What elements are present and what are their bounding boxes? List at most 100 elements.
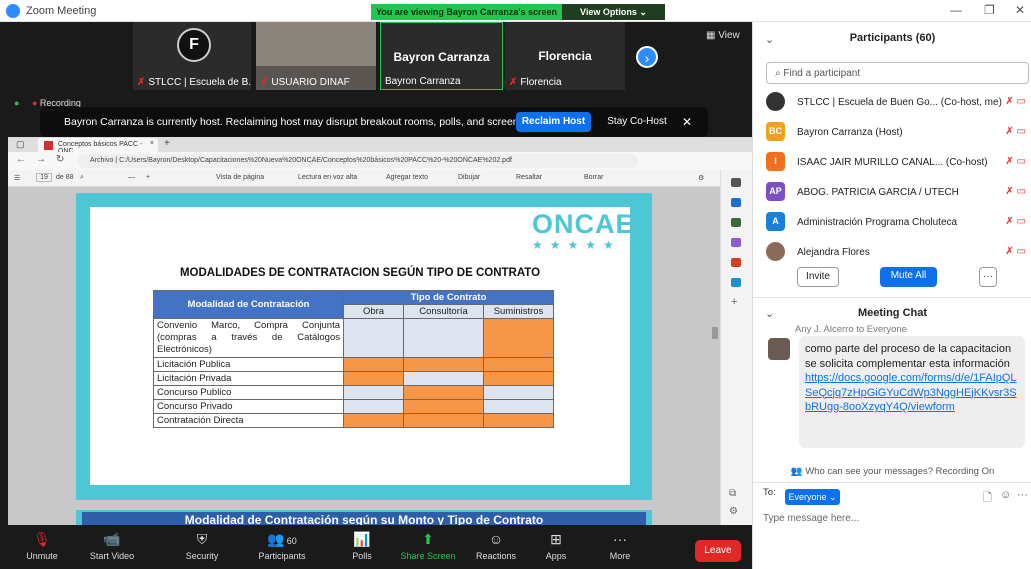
highlight-button[interactable]: Resaltar xyxy=(516,174,542,181)
modalidades-table: Modalidad de Contratación Tipo de Contra… xyxy=(153,290,554,428)
participant-row[interactable]: I ISAAC JAIR MURILLO CANAL... (Co-host) ✗ … xyxy=(753,148,1031,178)
slide-frame: ONCAE ★★★★★ MODALIDADES DE CONTRATACION … xyxy=(76,193,652,500)
settings-icon[interactable]: ⚙ xyxy=(698,174,704,182)
address-bar: ← → ↻ Archivo | C:/Users/Bayron/Desktop/… xyxy=(8,152,752,170)
header-tipo: Tipo de Contrato xyxy=(343,290,554,305)
toolbar-share-screen-button[interactable]: ⬆ Share Screen xyxy=(398,525,458,569)
draw-button[interactable]: Dibujar xyxy=(458,174,480,181)
chat-message-link[interactable]: https://docs.google.com/forms/d/e/1FAIpQ… xyxy=(805,371,1019,415)
avatar xyxy=(766,92,785,111)
reload-icon[interactable]: ↻ xyxy=(56,154,64,165)
slide-page: ONCAE ★★★★★ MODALIDADES DE CONTRATACION … xyxy=(90,207,634,485)
mic-muted-icon: ✗ xyxy=(260,77,269,88)
new-tab-icon[interactable]: + xyxy=(164,138,170,149)
video-tile-usuario-dinaf[interactable]: ✗ USUARIO DINAF xyxy=(256,22,376,90)
person-icon[interactable] xyxy=(731,238,741,247)
zoom-in-icon[interactable]: + xyxy=(146,174,150,181)
toolbar-apps-button[interactable]: ⊞ Apps xyxy=(526,525,586,569)
invite-button[interactable]: Invite xyxy=(797,267,839,287)
table-cell-consultoría xyxy=(403,318,484,358)
url-prefix: Archivo xyxy=(90,157,114,164)
tile-big-name: Florencia xyxy=(538,49,592,63)
url-field[interactable]: Archivo | C:/Users/Bayron/Desktop/Capaci… xyxy=(78,154,638,168)
mute-all-button[interactable]: Mute All xyxy=(880,267,937,287)
participant-row[interactable]: BC Bayron Carranza (Host) ✗ ▭ xyxy=(753,118,1031,148)
video-tile-florencia[interactable]: Florencia ✗ Florencia xyxy=(505,22,625,90)
tag-icon[interactable] xyxy=(731,198,741,207)
row-label: Concurso Publico xyxy=(153,385,344,400)
toolbar-label: Start Video xyxy=(89,551,135,561)
office-icon[interactable] xyxy=(731,258,741,267)
find-participant-input[interactable]: ⌕ Find a participant xyxy=(766,62,1029,84)
zoom-logo-icon xyxy=(6,4,20,18)
participant-row[interactable]: Alejandra Flores ✗ ▭ xyxy=(753,238,1031,268)
toolbar-start-video-button[interactable]: 📹 Start Video xyxy=(82,525,142,569)
view-options-button[interactable]: View Options ⌄ xyxy=(562,4,665,20)
emoji-icon[interactable]: ☺ xyxy=(1000,489,1011,501)
scrollbar-thumb[interactable] xyxy=(712,327,718,339)
school-logo-icon: F xyxy=(177,28,211,62)
toolbar-polls-button[interactable]: 📊 Polls xyxy=(332,525,392,569)
view-button[interactable]: ▦ View xyxy=(706,30,740,41)
next-page-button[interactable]: › xyxy=(636,46,658,68)
chat-input[interactable]: Type message here... xyxy=(763,513,859,524)
search-icon[interactable]: ⌕ xyxy=(80,174,84,182)
restore-icon[interactable]: ❐ xyxy=(984,3,995,17)
browser-tabs: ▢ Conceptos básicos PACC - ONC... × + xyxy=(8,137,752,155)
add-icon[interactable]: + xyxy=(731,296,737,308)
read-aloud-button[interactable]: Lectura en voz alta xyxy=(298,174,357,181)
row-label: Licitación Publica xyxy=(153,357,344,372)
settings-icon[interactable]: ⚙ xyxy=(729,506,738,517)
participant-row[interactable]: A Administración Programa Choluteca ✗ ▭ xyxy=(753,208,1031,238)
file-icon[interactable]: 🗋 xyxy=(983,489,992,508)
recipient-dropdown[interactable]: Everyone ⌄ xyxy=(785,489,840,505)
close-icon[interactable]: ✕ xyxy=(1015,3,1025,17)
more-options-icon[interactable]: ··· xyxy=(979,267,997,287)
video-tile-stlcc[interactable]: F ✗ STLCC | Escuela de B... xyxy=(133,22,251,90)
page-number-input[interactable]: 19 xyxy=(36,173,52,182)
subheader-obra: Obra xyxy=(343,304,404,319)
page-view-button[interactable]: Vista de página xyxy=(216,174,264,181)
close-icon[interactable]: ✕ xyxy=(682,115,692,129)
toolbar-reactions-button[interactable]: ☺ Reactions xyxy=(466,525,526,569)
who-can-see-label[interactable]: 👥 Who can see your messages? Recording O… xyxy=(753,466,1031,477)
toolbox-icon[interactable] xyxy=(731,218,741,227)
video-tile-bayron[interactable]: Bayron Carranza Bayron Carranza xyxy=(380,22,503,90)
table-cell-suministros xyxy=(483,385,554,400)
add-text-button[interactable]: Agregar texto xyxy=(386,174,428,181)
toolbar-more-button[interactable]: ··· More xyxy=(590,525,650,569)
zoom-out-icon[interactable]: — xyxy=(128,174,135,181)
tab-actions-icon[interactable]: ▢ xyxy=(16,139,25,150)
minimize-icon[interactable]: — xyxy=(950,3,962,17)
outlook-icon[interactable] xyxy=(731,278,741,287)
erase-button[interactable]: Borrar xyxy=(584,174,603,181)
close-tab-icon[interactable]: × xyxy=(150,140,154,147)
contents-icon[interactable]: ☰ xyxy=(14,174,20,182)
reactions-icon: ☺ xyxy=(488,531,504,547)
search-icon[interactable] xyxy=(731,178,741,187)
toolbar-participants-button[interactable]: 👥 60 Participants xyxy=(252,525,312,569)
table-cell-suministros xyxy=(483,413,554,428)
toolbar-unmute-button[interactable]: 🎙 Unmute xyxy=(12,525,72,569)
table-cell-obra xyxy=(343,357,404,372)
participant-row[interactable]: STLCC | Escuela de Buen Go... (Co-host, … xyxy=(753,88,1031,118)
mic-video-status-icon: ✗ ▭ xyxy=(1005,156,1026,167)
leave-button[interactable]: Leave xyxy=(695,540,741,562)
toolbar-label: Participants xyxy=(258,551,306,561)
back-icon[interactable]: ← xyxy=(16,154,26,165)
sidebar-toggle-icon[interactable]: ⧉ xyxy=(729,488,736,499)
toolbar-security-button[interactable]: ⛨ Security xyxy=(172,525,232,569)
mic-muted-icon: 🎙 xyxy=(33,531,51,547)
more-icon[interactable]: ··· xyxy=(1017,489,1028,501)
row-label: Convenio Marco, Compra Conjunta (compras… xyxy=(153,318,344,358)
pdf-viewport[interactable]: ONCAE ★★★★★ MODALIDADES DE CONTRATACION … xyxy=(8,187,720,525)
forward-icon[interactable]: → xyxy=(36,154,46,165)
chevron-right-icon: › xyxy=(644,50,650,66)
participant-name: ISAAC JAIR MURILLO CANAL... (Co-host) xyxy=(797,157,988,168)
browser-tab-pdf[interactable]: Conceptos básicos PACC - ONC... × xyxy=(38,138,158,155)
reclaim-host-button[interactable]: Reclaim Host xyxy=(516,112,591,132)
stay-cohost-button[interactable]: Stay Co-Host xyxy=(600,112,674,132)
mic-muted-icon: ✗ xyxy=(137,77,146,88)
pdf-icon xyxy=(44,141,53,150)
participant-row[interactable]: AP ABOG. PATRICIA GARCIA / UTECH ✗ ▭ xyxy=(753,178,1031,208)
